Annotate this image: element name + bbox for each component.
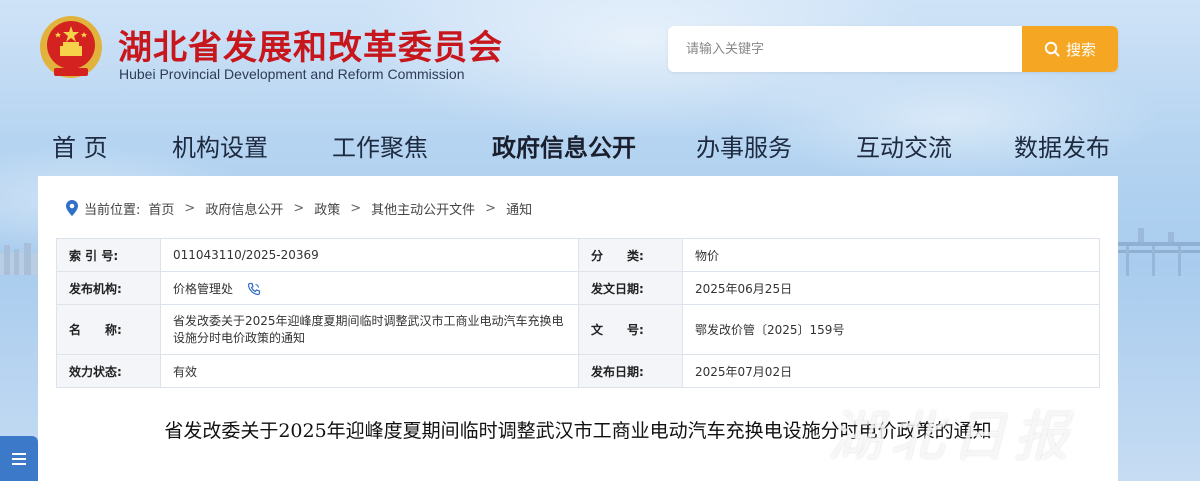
publish-date-value: 2025年07月02日 (682, 354, 1100, 388)
publisher-label: 发布机构: (56, 271, 161, 305)
site-title-en: Hubei Provincial Development and Reform … (119, 66, 465, 82)
breadcrumb-link-notice[interactable]: 通知 (506, 199, 532, 218)
table-row: 发布机构: 价格管理处 发文日期: 2025年06月25日 (56, 271, 1100, 305)
breadcrumb-separator: > (293, 200, 305, 216)
list-menu-icon (12, 452, 26, 465)
breadcrumb-separator: > (184, 200, 196, 216)
publisher-value: 价格管理处 (173, 281, 234, 296)
breadcrumb-prefix: 当前位置: (84, 202, 141, 218)
nav-item-data-release[interactable]: 数据发布 (1014, 128, 1110, 163)
index-number-label: 索 引 号: (56, 238, 161, 272)
nav-item-interaction[interactable]: 互动交流 (856, 128, 952, 163)
content-panel: 当前位置: 首页 > 政府信息公开 > 政策 > 其他主动公开文件 > 通知 索… (38, 176, 1118, 481)
doc-date-value: 2025年06月25日 (682, 271, 1100, 305)
publish-date-label: 发布日期: (578, 354, 683, 388)
document-title: 省发改委关于2025年迎峰度夏期间临时调整武汉市工商业电动汽车充换电设施分时电价… (164, 420, 992, 442)
category-value: 物价 (682, 238, 1100, 272)
doc-name-value: 省发改委关于2025年迎峰度夏期间临时调整武汉市工商业电动汽车充换电设施分时电价… (160, 304, 579, 355)
search-input[interactable] (668, 26, 1023, 72)
breadcrumb-link-gov-info[interactable]: 政府信息公开 (205, 199, 283, 218)
table-row: 索 引 号: 011043110/2025-20369 分 类: 物价 (56, 238, 1100, 272)
category-label: 分 类: (578, 238, 683, 272)
breadcrumb-separator: > (485, 200, 497, 216)
search-icon (1044, 41, 1060, 57)
breadcrumb: 当前位置: 首页 > 政府信息公开 > 政策 > 其他主动公开文件 > 通知 (66, 198, 532, 218)
city-skyline-decoration (0, 243, 38, 275)
nav-item-work-focus[interactable]: 工作聚焦 (332, 128, 428, 163)
main-nav: 首 页 机构设置 工作聚焦 政府信息公开 办事服务 互动交流 数据发布 (0, 128, 1200, 172)
status-value: 有效 (160, 354, 579, 388)
index-number-value: 011043110/2025-20369 (160, 238, 579, 272)
location-pin-icon (66, 200, 78, 216)
search-box: 搜索 (668, 26, 1118, 72)
nav-item-services[interactable]: 办事服务 (696, 128, 792, 163)
table-row: 名 称: 省发改委关于2025年迎峰度夏期间临时调整武汉市工商业电动汽车充换电设… (56, 304, 1100, 355)
breadcrumb-separator: > (350, 200, 362, 216)
doc-name-label: 名 称: (56, 304, 161, 355)
site-title-cn: 湖北省发展和改革委员会 (118, 28, 503, 68)
doc-number-value: 鄂发改价管〔2025〕159号 (682, 304, 1100, 355)
bridge-decoration (1118, 228, 1200, 276)
search-button-label: 搜索 (1065, 40, 1096, 59)
phone-icon[interactable] (247, 282, 261, 296)
breadcrumb-link-other-files[interactable]: 其他主动公开文件 (371, 199, 475, 218)
national-emblem-icon (40, 16, 102, 78)
nav-item-home[interactable]: 首 页 (52, 128, 108, 163)
nav-item-gov-info-disclosure[interactable]: 政府信息公开 (492, 128, 636, 163)
doc-date-label: 发文日期: (578, 271, 683, 305)
publisher-cell: 价格管理处 (160, 271, 579, 305)
breadcrumb-link-home[interactable]: 首页 (148, 199, 174, 218)
side-toolbar-button[interactable] (0, 436, 38, 481)
table-row: 效力状态: 有效 发布日期: 2025年07月02日 (56, 354, 1100, 388)
document-metadata-table: 索 引 号: 011043110/2025-20369 分 类: 物价 发布机构… (56, 238, 1100, 388)
doc-number-label: 文 号: (578, 304, 683, 355)
site-header: 湖北省发展和改革委员会 Hubei Provincial Development… (0, 0, 1200, 110)
breadcrumb-link-policy[interactable]: 政策 (314, 199, 340, 218)
nav-item-organization[interactable]: 机构设置 (172, 128, 268, 163)
status-label: 效力状态: (56, 354, 161, 388)
search-button[interactable]: 搜索 (1022, 26, 1118, 72)
